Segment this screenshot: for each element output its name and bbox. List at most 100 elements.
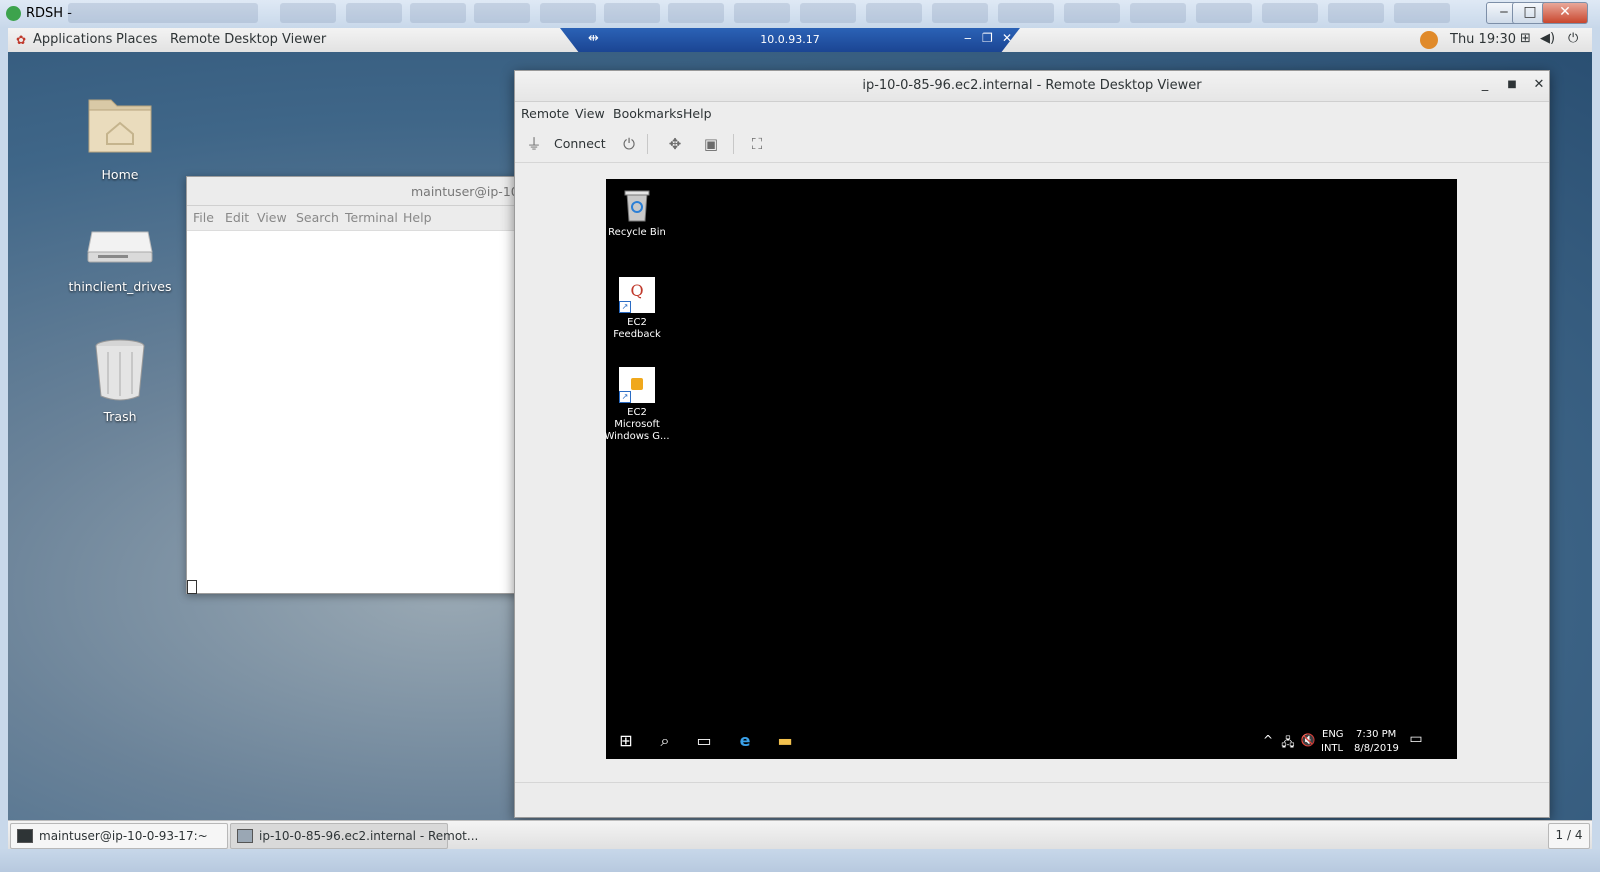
rdv-menu-help[interactable]: Help <box>683 106 712 121</box>
remote-icon-recycle-bin[interactable]: Recycle Bin <box>604 187 670 239</box>
rdv-menu-remote[interactable]: Remote <box>521 106 569 121</box>
tray-date[interactable]: 8/8/2019 <box>1354 743 1399 754</box>
rdp-host-label: 10.0.93.17 <box>760 33 820 46</box>
taskbar-item-label: maintuser@ip-10-0-93-17:~ <box>39 829 208 843</box>
volume-icon[interactable]: ◀) <box>1540 31 1555 46</box>
rdv-menu-bookmarks[interactable]: Bookmarks <box>613 106 683 121</box>
terminal-window: maintuser@ip-10- File Edit View Search T… <box>186 176 523 594</box>
blurred-tab <box>410 3 466 23</box>
disconnect-icon[interactable]: ⏻ <box>619 134 639 154</box>
rdv-titlebar[interactable]: ip-10-0-85-96.ec2.internal - Remote Desk… <box>515 71 1549 102</box>
blurred-tab <box>1262 3 1318 23</box>
remote-desktop-screen[interactable]: Recycle Bin Q ↗ EC2 Feedback ↗ EC2 Micro… <box>604 179 1457 759</box>
shortcut-arrow-icon: ↗ <box>619 391 631 403</box>
toolbar-separator <box>647 134 648 154</box>
rdp-connection-bar: ⇹ 10.0.93.17 ‒ ❐ ✕ <box>560 28 1020 52</box>
rdv-maximize-button[interactable]: ■ <box>1504 79 1520 90</box>
ec2-windows-guide-icon: ↗ <box>619 367 655 403</box>
remote-icon-ec2-windows-guide[interactable]: ↗ EC2 Microsoft Windows G... <box>604 367 670 443</box>
taskbar-item-label: ip-10-0-85-96.ec2.internal - Remot... <box>259 829 479 843</box>
terminal-menu-help[interactable]: Help <box>403 210 432 225</box>
home-folder-icon <box>88 99 152 153</box>
terminal-title: maintuser@ip-10- <box>411 184 524 199</box>
terminal-menu-search[interactable]: Search <box>296 210 339 225</box>
desktop-icon-label: thinclient_drives <box>68 279 172 294</box>
outer-frame-right <box>1592 28 1600 848</box>
blurred-tab <box>474 3 530 23</box>
task-view-icon[interactable]: ▭ <box>694 731 714 750</box>
active-app-menu[interactable]: Remote Desktop Viewer <box>170 32 326 47</box>
tray-language-top[interactable]: ENG <box>1322 729 1344 740</box>
rdv-menu-view[interactable]: View <box>575 106 605 121</box>
rdv-window-title: ip-10-0-85-96.ec2.internal - Remote Desk… <box>862 78 1202 93</box>
blurred-tab <box>668 3 724 23</box>
terminal-titlebar[interactable]: maintuser@ip-10- <box>187 177 523 206</box>
user-avatar-icon[interactable] <box>1420 31 1438 49</box>
shortcut-arrow-icon: ↗ <box>619 301 631 313</box>
bottom-taskbar: maintuser@ip-10-0-93-17:~ ip-10-0-85-96.… <box>8 820 1592 849</box>
search-icon[interactable]: ⌕ <box>655 731 675 751</box>
remote-desktop-viewer-window: ip-10-0-85-96.ec2.internal - Remote Desk… <box>514 70 1550 818</box>
network-icon[interactable]: ⊞ <box>1520 31 1531 46</box>
remote-icon-ec2-feedback[interactable]: Q ↗ EC2 Feedback <box>604 277 670 341</box>
blurred-tab <box>866 3 922 23</box>
rdsh-app-icon <box>6 6 21 21</box>
blurred-tab <box>800 3 856 23</box>
screenshot-icon[interactable]: ▣ <box>701 134 721 154</box>
taskbar-item-terminal[interactable]: maintuser@ip-10-0-93-17:~ <box>10 823 228 849</box>
move-icon[interactable]: ✥ <box>665 134 685 154</box>
tray-volume-muted-icon[interactable]: 🔇 <box>1298 733 1318 747</box>
rdv-statusbar <box>515 782 1549 817</box>
applications-menu[interactable]: Applications <box>33 32 112 47</box>
outer-window-titlebar: RDSH - ‒ □ ✕ <box>0 0 1600 29</box>
drive-icon <box>87 231 153 263</box>
remote-icon-label: EC2 Microsoft Windows G... <box>604 407 670 442</box>
blurred-tab <box>604 3 660 23</box>
rdv-menubar: Remote View Bookmarks Help <box>515 102 1549 126</box>
recycle-bin-icon <box>624 190 650 222</box>
desktop-icon-home[interactable]: Home <box>65 90 175 182</box>
tray-network-icon[interactable]: 🖧 <box>1278 733 1298 754</box>
places-menu[interactable]: Places <box>116 32 157 47</box>
terminal-menu-view[interactable]: View <box>257 210 287 225</box>
blurred-tab <box>1196 3 1252 23</box>
blurred-tab <box>68 3 258 23</box>
terminal-menu-file[interactable]: File <box>193 210 214 225</box>
windows-start-icon[interactable]: ⊞ <box>616 731 636 750</box>
terminal-menu-terminal[interactable]: Terminal <box>345 210 398 225</box>
remote-viewer-app-icon <box>237 829 253 843</box>
terminal-menubar: File Edit View Search Terminal Help <box>187 206 519 231</box>
desktop-icon-thinclient-drives[interactable]: thinclient_drives <box>65 220 175 294</box>
rdp-minimize-icon[interactable]: ‒ <box>964 31 972 45</box>
file-explorer-icon[interactable]: ▬ <box>775 731 795 750</box>
connect-button[interactable]: Connect <box>554 136 606 151</box>
rdp-restore-icon[interactable]: ❐ <box>982 31 993 45</box>
tray-language-bottom[interactable]: INTL <box>1321 743 1343 754</box>
remote-windows-taskbar: ⊞ ⌕ ▭ e ▬ ^ 🖧 🔇 ENG INTL 7:30 PM 8/8/201… <box>606 723 1457 759</box>
remote-icon-label: EC2 Feedback <box>613 317 661 340</box>
terminal-cursor <box>187 580 197 594</box>
connect-plug-icon[interactable]: ⏚ <box>524 134 544 154</box>
internet-explorer-icon[interactable]: e <box>735 731 755 750</box>
taskbar-item-remote-desktop-viewer[interactable]: ip-10-0-85-96.ec2.internal - Remot... <box>230 823 478 849</box>
terminal-menu-edit[interactable]: Edit <box>225 210 249 225</box>
rdv-minimize-button[interactable]: _ <box>1477 77 1493 92</box>
fullscreen-icon[interactable]: ⛶ <box>747 134 767 154</box>
workspace-switcher[interactable]: 1 / 4 <box>1548 823 1590 849</box>
action-center-icon[interactable]: ▭ <box>1406 731 1426 747</box>
panel-clock[interactable]: Thu 19:30 <box>1450 32 1516 47</box>
blurred-tab <box>734 3 790 23</box>
tray-chevron-icon[interactable]: ^ <box>1258 733 1278 747</box>
outer-close-button[interactable]: ✕ <box>1542 2 1588 24</box>
ec2-feedback-icon: Q ↗ <box>619 277 655 313</box>
blurred-tab <box>1394 3 1450 23</box>
outer-frame-bottom <box>0 848 1600 872</box>
trash-icon <box>95 339 145 401</box>
tray-time[interactable]: 7:30 PM <box>1356 729 1396 740</box>
desktop-icon-trash[interactable]: Trash <box>65 338 175 424</box>
blurred-tab <box>1328 3 1384 23</box>
blurred-tab <box>540 3 596 23</box>
power-icon[interactable]: ⏻ <box>1568 31 1578 46</box>
rdv-toolbar: ⏚ Connect ⏻ ✥ ▣ ⛶ <box>515 126 1549 163</box>
rdv-close-button[interactable]: ✕ <box>1531 77 1547 92</box>
